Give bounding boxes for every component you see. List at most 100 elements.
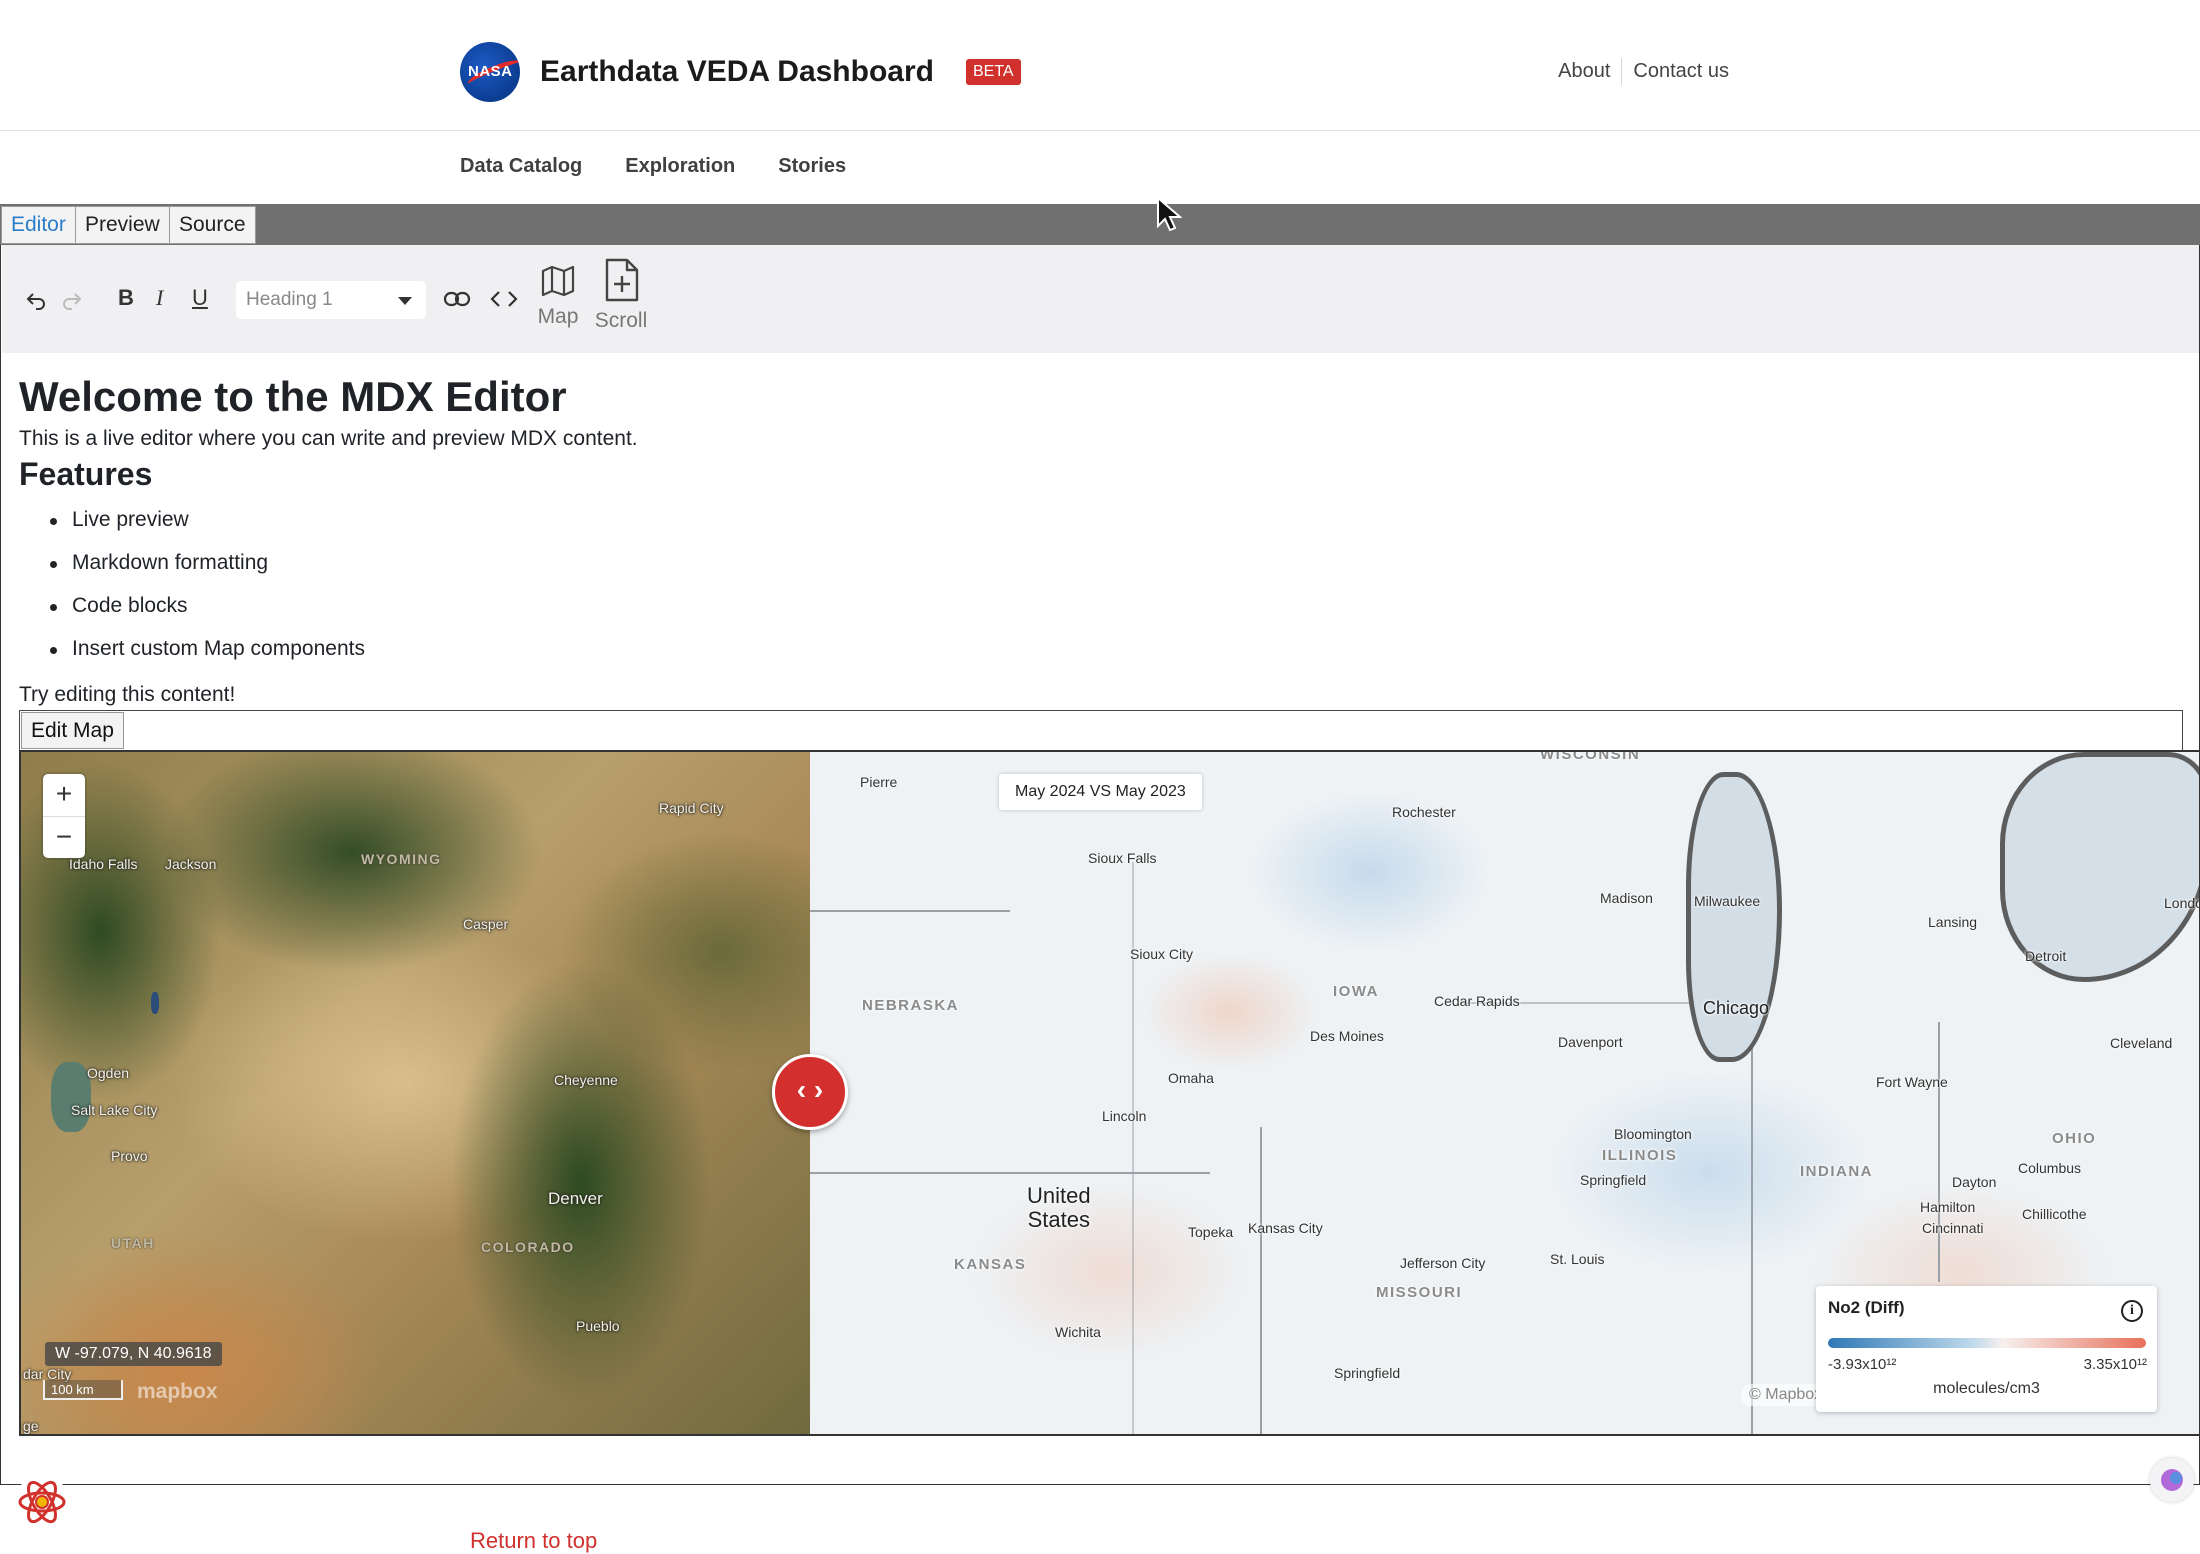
zoom-out-button[interactable]: − <box>43 816 85 858</box>
compare-map[interactable]: Rapid City Idaho Falls Jackson WYOMING C… <box>19 750 2200 1436</box>
map-label: COLORADO <box>481 1239 575 1255</box>
map-label: Lansing <box>1928 914 1978 930</box>
map-label: St. Louis <box>1550 1251 1605 1267</box>
tab-editor[interactable]: Editor <box>1 206 76 244</box>
zoom-control: + − <box>43 774 85 858</box>
undo-icon[interactable] <box>24 287 48 311</box>
map-label: Dayton <box>1952 1174 1997 1190</box>
return-to-top-link[interactable]: Return to top <box>470 1528 597 1554</box>
top-links: About Contact us <box>1547 58 1740 85</box>
map-label: Ogden <box>87 1065 130 1081</box>
content-closing: Try editing this content! <box>19 683 236 706</box>
map-label: OHIO <box>2052 1130 2097 1147</box>
nav-exploration[interactable]: Exploration <box>625 155 735 178</box>
zoom-in-button[interactable]: + <box>43 774 85 816</box>
tab-source[interactable]: Source <box>169 206 256 244</box>
contact-link[interactable]: Contact us <box>1621 58 1740 85</box>
map-tool-label: Map <box>537 305 579 328</box>
list-item: Insert custom Map components <box>50 637 365 680</box>
nasa-logo-icon: NASA <box>460 42 520 102</box>
lake-feature <box>151 992 159 1014</box>
map-label: Madison <box>1600 890 1653 906</box>
map-label: Hamilton <box>1920 1199 1976 1215</box>
map-label: Chillicothe <box>2022 1206 2087 1222</box>
map-legend: No2 (Diff) i -3.93x10¹² 3.35x10¹² molecu… <box>1816 1286 2157 1412</box>
map-label: Cincinnati <box>1922 1220 1984 1236</box>
map-label: Topeka <box>1188 1224 1234 1240</box>
map-label: Kansas City <box>1248 1220 1323 1236</box>
list-item: Live preview <box>50 508 365 551</box>
site-header: NASA Earthdata VEDA Dashboard BETA About… <box>0 0 2200 177</box>
nav-stories[interactable]: Stories <box>778 155 846 178</box>
map-label: Lincoln <box>1102 1108 1147 1124</box>
state-border <box>1751 1002 1753 1434</box>
tab-preview[interactable]: Preview <box>75 206 170 244</box>
react-devtools-icon[interactable] <box>14 1474 70 1530</box>
insert-map-button[interactable]: Map <box>535 263 581 329</box>
map-label: Denver <box>548 1189 603 1208</box>
map-component: Edit Map Rapid City Idaho Falls Jackson … <box>19 710 2200 1436</box>
italic-button[interactable]: I <box>156 285 163 311</box>
compare-date-label: May 2024 VS May 2023 <box>999 774 1202 810</box>
scale-bar: 100 km <box>43 1380 123 1400</box>
state-border <box>810 1172 1210 1174</box>
edit-map-button[interactable]: Edit Map <box>21 712 124 749</box>
assistant-icon[interactable] <box>2150 1458 2194 1502</box>
country-label: United States <box>1027 1183 1091 1232</box>
state-border <box>1260 1127 1262 1434</box>
legend-max-value: 3.35x10¹² <box>2083 1356 2147 1373</box>
mouse-cursor-icon <box>1157 196 1182 232</box>
coordinates-readout: W -97.079, N 40.9618 <box>45 1342 222 1366</box>
legend-min-value: -3.93x10¹² <box>1828 1356 1897 1373</box>
map-label: IOWA <box>1333 983 1379 1000</box>
map-label: ILLINOIS <box>1602 1147 1678 1164</box>
map-label: Sioux City <box>1130 946 1194 962</box>
editor-toolbar: B I U Heading 1 Map Scroll <box>2 245 2199 353</box>
map-label: KANSAS <box>954 1256 1027 1273</box>
map-label: ge <box>23 1418 39 1434</box>
map-label: Des Moines <box>1310 1028 1384 1044</box>
block-type-value: Heading 1 <box>246 289 333 310</box>
map-label: Salt Lake City <box>71 1102 158 1118</box>
list-item: Code blocks <box>50 594 365 637</box>
insert-scroll-button[interactable]: Scroll <box>594 257 648 333</box>
map-label: Omaha <box>1168 1070 1214 1086</box>
map-label: Wichita <box>1055 1324 1101 1340</box>
map-label: Cedar Rapids <box>1434 993 1520 1009</box>
map-label: Sioux Falls <box>1088 850 1157 866</box>
map-label: Springfield <box>1334 1365 1401 1381</box>
underline-button[interactable]: U <box>192 285 208 311</box>
map-label: Cleveland <box>2110 1035 2173 1051</box>
link-icon[interactable] <box>443 289 471 309</box>
scroll-tool-label: Scroll <box>594 309 648 332</box>
nav-data-catalog[interactable]: Data Catalog <box>460 155 582 178</box>
brain-icon <box>2161 1469 2183 1491</box>
info-icon[interactable]: i <box>2121 1300 2143 1322</box>
map-label: WYOMING <box>361 851 442 867</box>
state-border <box>1938 1022 1940 1282</box>
mapbox-logo: mapbox <box>137 1380 218 1403</box>
list-item: Markdown formatting <box>50 551 365 594</box>
map-label: Casper <box>463 916 509 932</box>
content-intro: This is a live editor where you can writ… <box>19 427 638 450</box>
compare-slider-handle[interactable]: ‹ › <box>772 1054 848 1130</box>
redo-icon[interactable] <box>60 287 84 311</box>
map-label: Rochester <box>1392 804 1456 820</box>
code-icon[interactable] <box>490 289 518 309</box>
map-label: MISSOURI <box>1376 1284 1463 1301</box>
map-label: INDIANA <box>1800 1163 1873 1180</box>
map-label: Jefferson City <box>1400 1255 1486 1271</box>
map-label: NEBRASKA <box>862 997 960 1014</box>
map-label: Springfield <box>1580 1172 1647 1188</box>
chevron-down-icon <box>398 297 412 305</box>
bold-button[interactable]: B <box>118 285 134 311</box>
legend-color-ramp <box>1828 1338 2146 1348</box>
satellite-map-pane[interactable]: Rapid City Idaho Falls Jackson WYOMING C… <box>21 752 810 1434</box>
map-icon <box>541 265 575 297</box>
main-nav: Data Catalog Exploration Stories <box>460 155 846 178</box>
block-type-select[interactable]: Heading 1 <box>236 281 426 319</box>
brand[interactable]: NASA Earthdata VEDA Dashboard BETA <box>460 42 1021 102</box>
logo-text: NASA <box>468 63 513 80</box>
map-label: Fort Wayne <box>1876 1074 1948 1090</box>
about-link[interactable]: About <box>1547 58 1621 85</box>
